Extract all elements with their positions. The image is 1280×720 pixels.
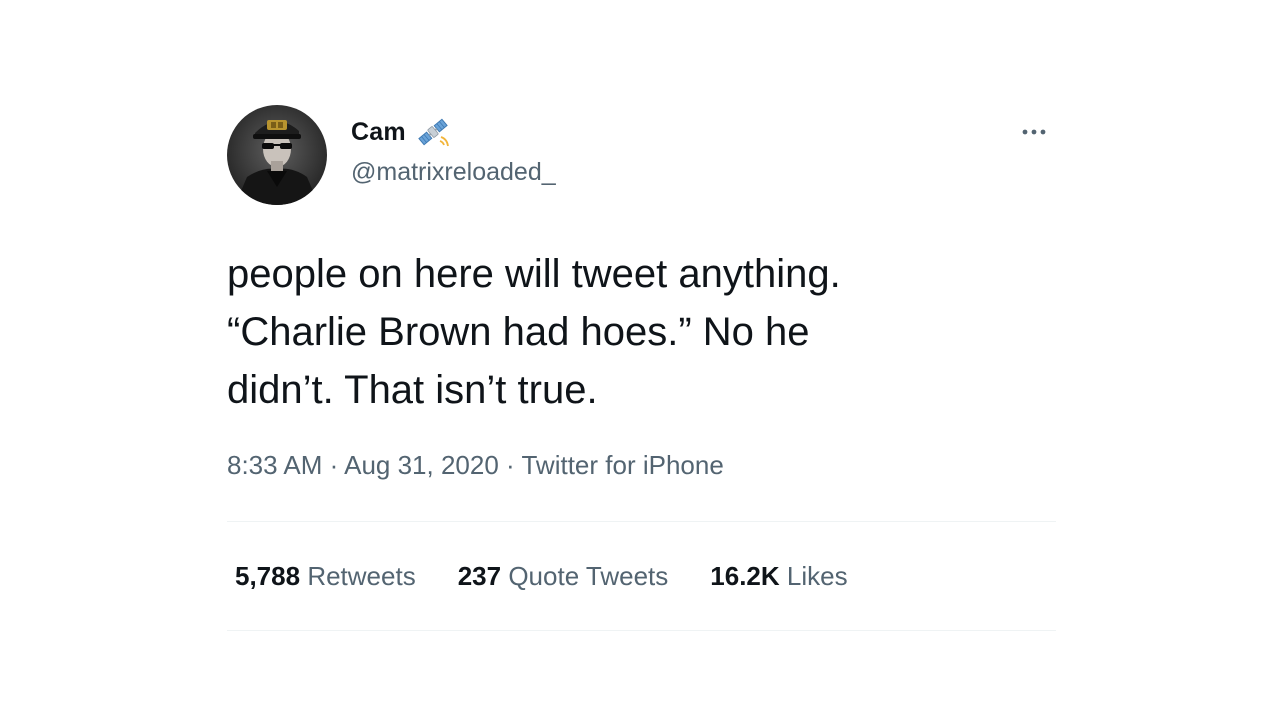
quote-tweets-label: Quote Tweets — [508, 561, 669, 591]
tweet-text: people on here will tweet anything. “Cha… — [227, 245, 1027, 419]
user-handle[interactable]: @matrixreloaded_ — [351, 158, 556, 187]
retweets-stat[interactable]: 5,788 Retweets — [235, 561, 416, 592]
tweet-meta: 8:33 AM · Aug 31, 2020 · Twitter for iPh… — [227, 450, 724, 481]
likes-stat[interactable]: 16.2K Likes — [710, 561, 847, 592]
meta-separator: · — [329, 450, 339, 480]
tweet-time[interactable]: 8:33 AM — [227, 450, 322, 480]
likes-label: Likes — [786, 561, 848, 591]
more-options-icon[interactable] — [1017, 124, 1053, 140]
divider — [227, 630, 1056, 631]
satellite-icon — [416, 115, 450, 149]
retweets-count: 5,788 — [235, 561, 301, 591]
tweet-text-line: didn’t. That isn’t true. — [227, 368, 598, 412]
tweet-text-line: “Charlie Brown had hoes.” No he — [227, 310, 810, 354]
divider — [227, 521, 1056, 522]
tweet-card: Cam @matrixreloaded_ people on here will… — [227, 100, 1056, 640]
tweet-source[interactable]: Twitter for iPhone — [521, 450, 723, 480]
avatar[interactable] — [227, 105, 327, 205]
display-name[interactable]: Cam — [351, 118, 406, 147]
retweets-label: Retweets — [307, 561, 416, 591]
quote-tweets-stat[interactable]: 237 Quote Tweets — [458, 561, 669, 592]
meta-separator: · — [506, 450, 515, 480]
avatar-image — [235, 120, 319, 205]
tweet-date[interactable]: Aug 31, 2020 — [344, 450, 499, 480]
quote-tweets-count: 237 — [457, 561, 502, 591]
tweet-stats: 5,788 Retweets 237 Quote Tweets 16.2K Li… — [235, 561, 848, 592]
user-name-row: Cam — [351, 116, 450, 148]
likes-count: 16.2K — [710, 561, 780, 591]
tweet-text-line: people on here will tweet anything. — [227, 252, 841, 296]
